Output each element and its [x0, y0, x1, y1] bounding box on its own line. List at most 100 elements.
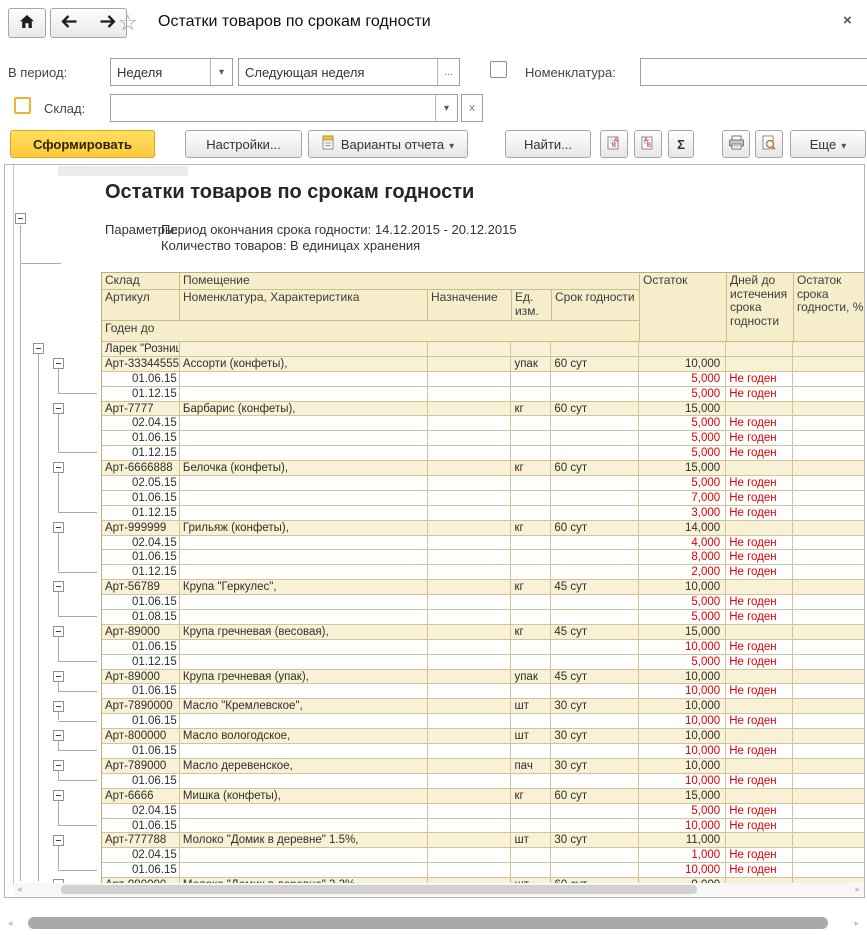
- table-row[interactable]: 01.12.152,000Не годен: [102, 565, 865, 580]
- period-type-select[interactable]: Неделя: [110, 58, 233, 86]
- table-row[interactable]: Арт-56789Крупа "Геркулес",кг45 сут10,000: [102, 580, 865, 595]
- period-label: В период:: [8, 65, 67, 80]
- table-row[interactable]: 01.06.157,000Не годен: [102, 491, 865, 506]
- warehouse-checkbox[interactable]: [14, 97, 31, 114]
- table-cell: [551, 744, 639, 759]
- warehouse-combo[interactable]: [110, 94, 458, 122]
- table-row[interactable]: 02.04.155,000Не годен: [102, 416, 865, 431]
- table-cell: [511, 863, 551, 878]
- favorites-star-icon[interactable]: ☆: [118, 10, 138, 36]
- collapse-group-button[interactable]: [53, 760, 64, 771]
- table-row[interactable]: Арт-6666Мишка (конфеты),кг60 сут15,000: [102, 789, 865, 804]
- table-row[interactable]: 02.04.155,000Не годен: [102, 804, 865, 819]
- table-row[interactable]: 01.06.158,000Не годен: [102, 550, 865, 565]
- back-button[interactable]: [50, 8, 89, 38]
- table-cell: [551, 416, 639, 431]
- table-row[interactable]: 01.08.155,000Не годен: [102, 610, 865, 625]
- table-row[interactable]: 01.06.1510,000Не годен: [102, 774, 865, 789]
- collapse-group-button[interactable]: [53, 790, 64, 801]
- table-row[interactable]: Ларек "Розница": [102, 342, 865, 357]
- collapse-group-button[interactable]: [53, 835, 64, 846]
- scroll-left-icon[interactable]: ◂: [17, 884, 22, 895]
- table-row[interactable]: 01.06.1510,000Не годен: [102, 863, 865, 878]
- table-cell: пач: [511, 759, 551, 774]
- table-row[interactable]: Арт-777788Молоко "Домик в деревне" 1.5%,…: [102, 833, 865, 848]
- table-cell: [428, 387, 512, 402]
- table-row[interactable]: Арт-999999Грильяж (конфеты),кг60 сут14,0…: [102, 521, 865, 536]
- table-row[interactable]: 01.06.155,000Не годен: [102, 431, 865, 446]
- scroll-right-icon[interactable]: ▸: [854, 918, 859, 929]
- period-value-input[interactable]: Следующая неделя ...: [238, 58, 460, 86]
- collapse-group-button[interactable]: [53, 626, 64, 637]
- close-icon[interactable]: ×: [843, 12, 852, 29]
- table-row[interactable]: 01.06.155,000Не годен: [102, 372, 865, 387]
- table-cell: [428, 848, 512, 863]
- table-cell: [793, 848, 865, 863]
- table-row[interactable]: Арт-6666888Белочка (конфеты),кг60 сут15,…: [102, 461, 865, 476]
- print-button[interactable]: [722, 130, 750, 158]
- table-cell: [793, 789, 865, 804]
- report-horizontal-scrollbar[interactable]: ◂ ▸: [15, 883, 864, 897]
- table-row[interactable]: 02.04.154,000Не годен: [102, 536, 865, 551]
- collapse-group-button[interactable]: [53, 522, 64, 533]
- table-cell: Не годен: [726, 804, 793, 819]
- tree-line: [58, 512, 97, 513]
- table-row[interactable]: 01.06.1510,000Не годен: [102, 819, 865, 834]
- chevron-down-icon[interactable]: [210, 59, 232, 85]
- table-cell: 01.06.15: [102, 863, 180, 878]
- table-row[interactable]: 01.06.1510,000Не годен: [102, 744, 865, 759]
- collapse-group-button[interactable]: [15, 213, 26, 224]
- table-row[interactable]: Арт-89000Крупа гречневая (весовая),кг45 …: [102, 625, 865, 640]
- table-cell: [511, 476, 551, 491]
- scroll-left-icon[interactable]: ◂: [8, 918, 13, 929]
- table-cell: Не годен: [726, 848, 793, 863]
- table-row[interactable]: Арт-789000Масло деревенское,пач30 сут10,…: [102, 759, 865, 774]
- table-cell: [726, 357, 793, 372]
- nomenclature-checkbox[interactable]: [490, 61, 507, 78]
- expand-groups-button[interactable]: AB: [600, 130, 628, 158]
- report-variants-button[interactable]: Варианты отчета: [308, 130, 468, 158]
- collapse-groups-button[interactable]: AB: [634, 130, 662, 158]
- table-cell: [793, 342, 865, 357]
- table-row[interactable]: 01.06.155,000Не годен: [102, 595, 865, 610]
- collapse-group-button[interactable]: [53, 701, 64, 712]
- collapse-group-button[interactable]: [33, 343, 44, 354]
- warehouse-clear-button[interactable]: x: [461, 94, 483, 122]
- collapse-group-button[interactable]: [53, 671, 64, 682]
- table-row[interactable]: 01.06.1510,000Не годен: [102, 684, 865, 699]
- collapse-group-button[interactable]: [53, 358, 64, 369]
- scrollbar-thumb[interactable]: [28, 917, 828, 929]
- collapse-group-button[interactable]: [53, 730, 64, 741]
- collapse-group-button[interactable]: [53, 581, 64, 592]
- table-row[interactable]: 01.12.155,000Не годен: [102, 446, 865, 461]
- table-cell: [428, 550, 512, 565]
- table-row[interactable]: 01.12.153,000Не годен: [102, 506, 865, 521]
- page-horizontal-scrollbar[interactable]: ◂ ▸: [8, 915, 859, 931]
- sum-button[interactable]: Σ: [668, 130, 694, 158]
- table-row[interactable]: 02.05.155,000Не годен: [102, 476, 865, 491]
- table-row[interactable]: Арт-89000Крупа гречневая (упак),упак45 с…: [102, 670, 865, 685]
- table-row[interactable]: 01.12.155,000Не годен: [102, 387, 865, 402]
- table-row[interactable]: Арт-33344555Ассорти (конфеты),упак60 сут…: [102, 357, 865, 372]
- generate-button[interactable]: Сформировать: [10, 130, 155, 158]
- chevron-down-icon[interactable]: [435, 95, 457, 121]
- table-row[interactable]: 01.12.155,000Не годен: [102, 655, 865, 670]
- collapse-group-button[interactable]: [53, 403, 64, 414]
- table-row[interactable]: Арт-800000Масло вологодское,шт30 сут10,0…: [102, 729, 865, 744]
- scrollbar-thumb[interactable]: [61, 885, 697, 894]
- print-preview-button[interactable]: [755, 130, 783, 158]
- table-row[interactable]: 01.06.1510,000Не годен: [102, 714, 865, 729]
- home-button[interactable]: [8, 8, 46, 38]
- find-button[interactable]: Найти...: [505, 130, 591, 158]
- settings-button[interactable]: Настройки...: [185, 130, 302, 158]
- scroll-right-icon[interactable]: ▸: [855, 884, 860, 895]
- table-row[interactable]: Арт-7890000Масло "Кремлевское",шт30 сут1…: [102, 699, 865, 714]
- collapse-group-button[interactable]: [53, 462, 64, 473]
- table-row[interactable]: 02.04.151,000Не годен: [102, 848, 865, 863]
- nomenclature-label: Номенклатура:: [525, 65, 616, 80]
- period-browse-button[interactable]: ...: [437, 59, 459, 85]
- nomenclature-input[interactable]: [640, 58, 867, 86]
- table-row[interactable]: 01.06.1510,000Не годен: [102, 640, 865, 655]
- table-row[interactable]: Арт-7777Барбарис (конфеты),кг60 сут15,00…: [102, 402, 865, 417]
- more-button[interactable]: Еще: [790, 130, 866, 158]
